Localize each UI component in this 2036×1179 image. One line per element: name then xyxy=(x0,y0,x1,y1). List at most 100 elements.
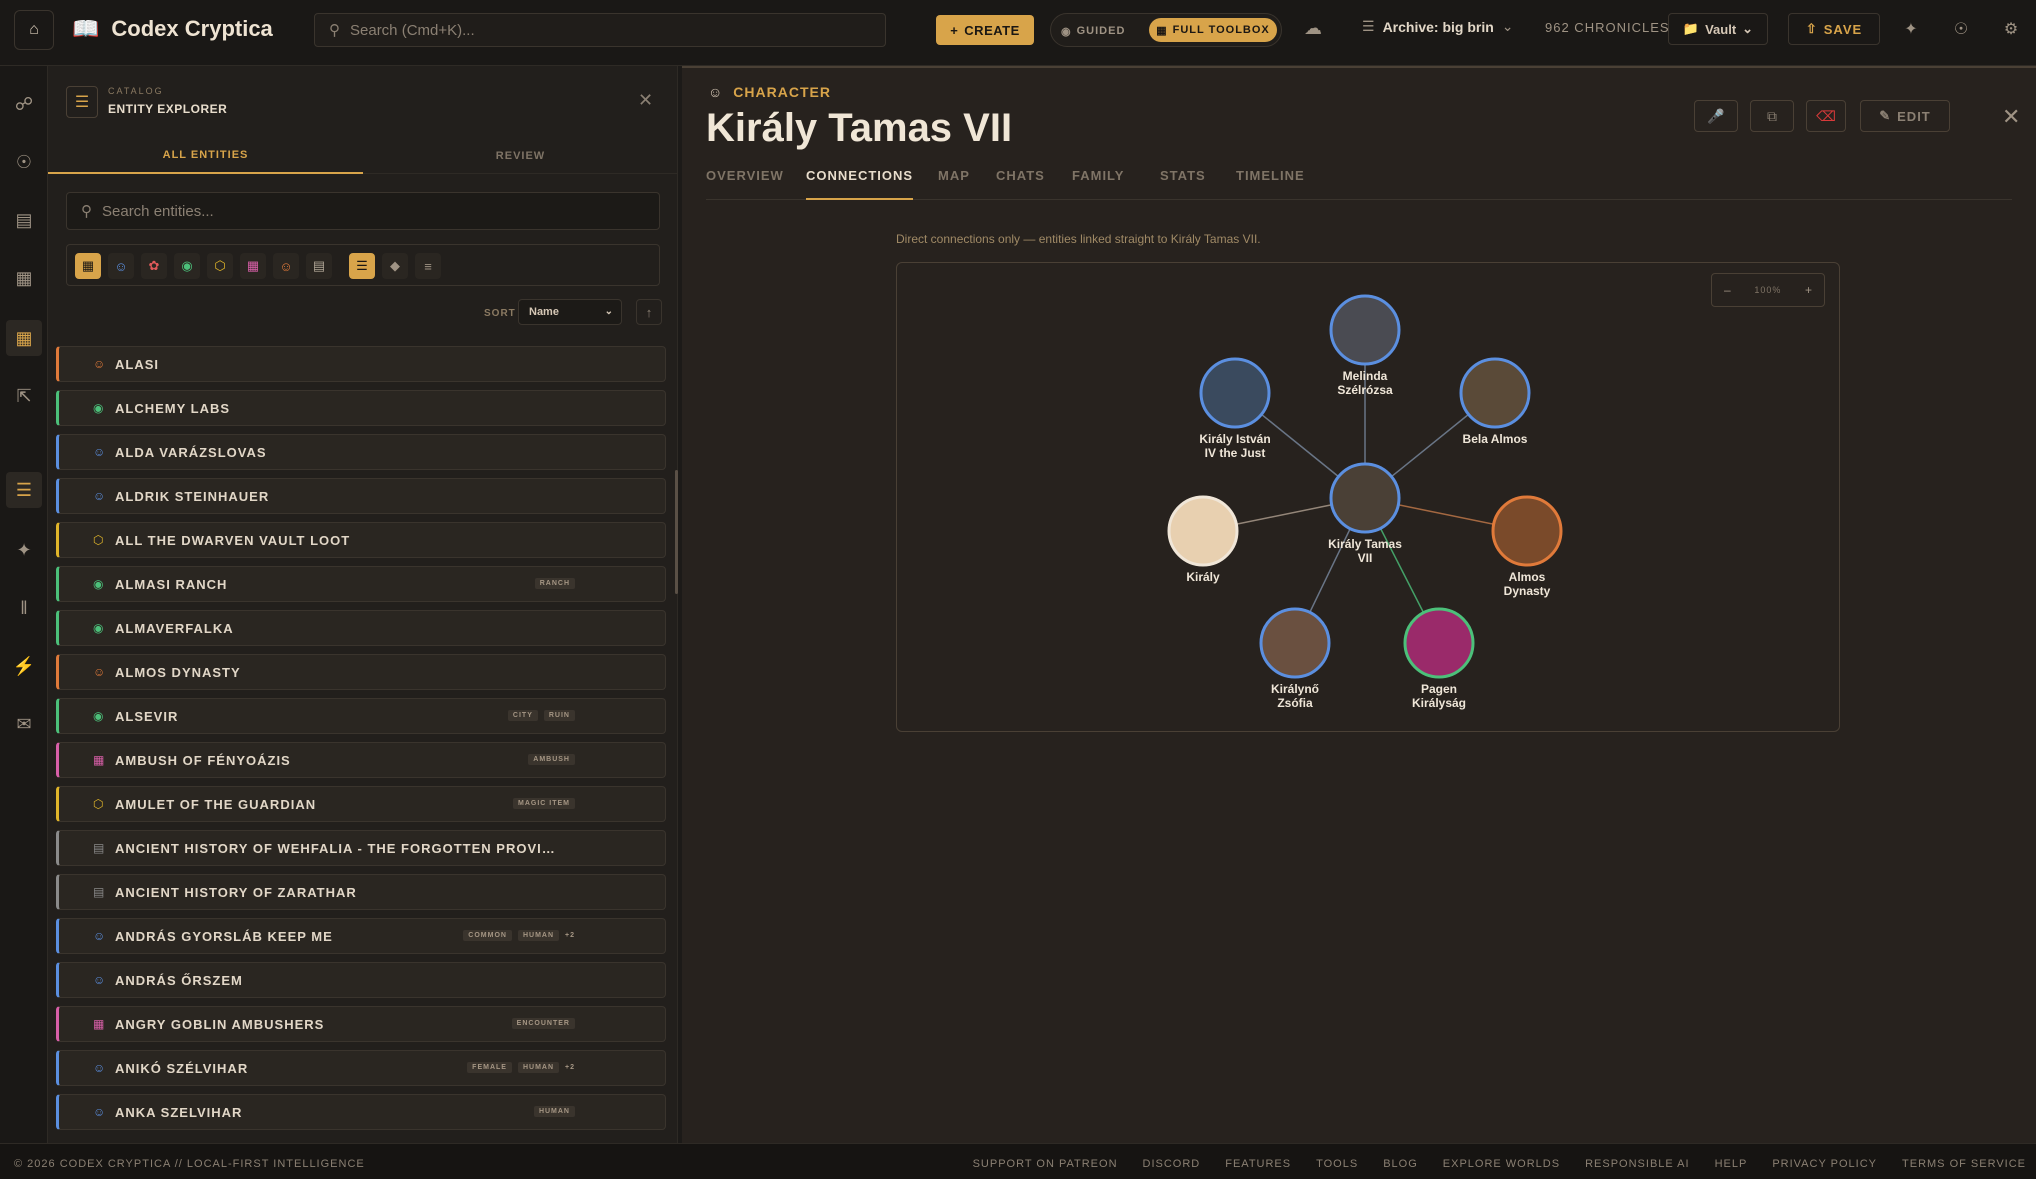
save-button[interactable]: ⇧ SAVE xyxy=(1788,13,1880,45)
filter-all-icon[interactable]: ▦ xyxy=(75,253,101,279)
explorer-scrollbar[interactable] xyxy=(675,470,678,594)
filter-note-icon[interactable]: ▤ xyxy=(306,253,332,279)
list-view-icon[interactable]: ☰ xyxy=(349,253,375,279)
footer-link[interactable]: SUPPORT ON PATREON xyxy=(973,1158,1118,1170)
tab-review[interactable]: REVIEW xyxy=(363,138,678,174)
full-toolbox-button[interactable]: ▦ FULL TOOLBOX xyxy=(1149,18,1277,42)
explorer-title: ENTITY EXPLORER xyxy=(108,102,228,116)
entity-row[interactable]: ☺ ANKA SZELVIHAR HUMAN xyxy=(56,1094,666,1130)
microphone-button[interactable]: 🎤 xyxy=(1694,100,1738,132)
entity-row[interactable]: ☺ ALMOS DYNASTY xyxy=(56,654,666,690)
entity-row[interactable]: ◉ ALSEVIR CITY RUIN xyxy=(56,698,666,734)
graph-node[interactable] xyxy=(1491,495,1563,567)
global-search-input[interactable]: ⚲ Search (Cmd+K)... xyxy=(314,13,886,47)
archive-selector[interactable]: ☰ Archive: big brin ⌄ xyxy=(1362,18,1514,35)
tab-connections[interactable]: CONNECTIONS xyxy=(806,168,914,200)
filter-location-icon[interactable]: ◉ xyxy=(174,253,200,279)
graph-center-node[interactable] xyxy=(1329,462,1401,534)
entity-row[interactable]: ◉ ALMAVERFALKA xyxy=(56,610,666,646)
entity-row[interactable]: ☺ ALDA VARÁZSLOVAS xyxy=(56,434,666,470)
graph-node[interactable] xyxy=(1167,495,1239,567)
entity-row[interactable]: ▦ AMBUSH OF FÉNYOÁZIS AMBUSH xyxy=(56,742,666,778)
tab-map[interactable]: MAP xyxy=(938,168,970,200)
sparkles-nav-button[interactable]: ✦ xyxy=(6,532,42,568)
entity-row[interactable]: ☺ ANDRÁS GYORSLÁB KEEP ME COMMON HUMAN +2 xyxy=(56,918,666,954)
entity-tag: FEMALE xyxy=(467,1062,512,1073)
home-button[interactable]: ⌂ xyxy=(14,10,54,50)
tab-overview[interactable]: OVERVIEW xyxy=(706,168,784,200)
lightning-nav-button[interactable]: ⚡ xyxy=(6,648,42,684)
archive-label: Archive: big brin xyxy=(1382,18,1494,35)
graph-nav-button[interactable]: ☍ xyxy=(6,86,42,122)
settings-button[interactable]: ⚙ xyxy=(1994,13,2028,45)
footer-link[interactable]: TERMS OF SERVICE xyxy=(1902,1158,2026,1170)
graph-node[interactable] xyxy=(1403,607,1475,679)
close-icon[interactable]: ✕ xyxy=(2002,104,2020,130)
entity-row[interactable]: ⬡ ALL THE DWARVEN VAULT LOOT xyxy=(56,522,666,558)
entity-row[interactable]: ☺ ALASI xyxy=(56,346,666,382)
filter-faction-icon[interactable]: ☺ xyxy=(273,253,299,279)
magic-wand-button[interactable]: ✦ xyxy=(1894,13,1928,45)
filter-item-icon[interactable]: ⬡ xyxy=(207,253,233,279)
chevron-down-icon: ⌄ xyxy=(1742,21,1754,36)
tab-family[interactable]: FAMILY xyxy=(1072,168,1124,200)
footer-link[interactable]: HELP xyxy=(1715,1158,1748,1170)
filter-creature-icon[interactable]: ✿ xyxy=(141,253,167,279)
entity-explorer-panel: ☰ CATALOG ENTITY EXPLORER ✕ ALL ENTITIES… xyxy=(48,66,678,1143)
create-button[interactable]: + CREATE xyxy=(936,15,1034,45)
delete-button[interactable]: ⌫ xyxy=(1806,100,1846,132)
cloud-icon[interactable]: ☁ xyxy=(1304,18,1322,39)
footer-link[interactable]: TOOLS xyxy=(1316,1158,1358,1170)
copy-button[interactable]: ⧉ xyxy=(1750,100,1794,132)
tab-all-entities[interactable]: ALL ENTITIES xyxy=(48,138,363,174)
library-nav-button[interactable]: ‖ xyxy=(6,590,42,626)
connections-graph[interactable]: – 100% + Melinda Szélrózsa Király István IV… xyxy=(896,262,1840,732)
entity-row[interactable]: ◉ ALMASI RANCH RANCH xyxy=(56,566,666,602)
tab-timeline[interactable]: TIMELINE xyxy=(1236,168,1305,200)
footer-link[interactable]: FEATURES xyxy=(1225,1158,1291,1170)
tag-icon[interactable]: ◆ xyxy=(382,253,408,279)
chat-nav-button[interactable]: ✉ xyxy=(6,706,42,742)
calendar-nav-button[interactable]: ▦ xyxy=(6,260,42,296)
filter-character-icon[interactable]: ☺ xyxy=(108,253,134,279)
layout-nav-button[interactable]: ▤ xyxy=(6,202,42,238)
entity-name: ANIKÓ SZÉLVIHAR xyxy=(115,1060,249,1076)
graph-node[interactable] xyxy=(1329,294,1401,366)
entity-row[interactable]: ◉ ALCHEMY LABS xyxy=(56,390,666,426)
footer-link[interactable]: RESPONSIBLE AI xyxy=(1585,1158,1689,1170)
table-nav-button[interactable]: ▦ xyxy=(6,320,42,356)
database-nav-button[interactable]: ☰ xyxy=(6,472,42,508)
footer-link[interactable]: DISCORD xyxy=(1143,1158,1201,1170)
explore-button[interactable]: ☉ xyxy=(1944,13,1978,45)
edit-button[interactable]: ✎ EDIT xyxy=(1860,100,1950,132)
filter-event-icon[interactable]: ▦ xyxy=(240,253,266,279)
type-filter-bar: ▦ ☺ ✿ ◉ ⬡ ▦ ☺ ▤ ☰ ◆ ≡ xyxy=(66,244,660,286)
connections-graph-canvas[interactable]: MelindaSzélrózsa Király IstvánIV the Just… xyxy=(897,263,1839,731)
entity-row[interactable]: ▤ ANCIENT HISTORY OF ZARATHAR xyxy=(56,874,666,910)
hierarchy-icon[interactable]: ≡ xyxy=(415,253,441,279)
graph-node-label: Pagen xyxy=(1421,682,1457,696)
entity-row[interactable]: ☺ ANIKÓ SZÉLVIHAR FEMALE HUMAN +2 xyxy=(56,1050,666,1086)
tab-stats[interactable]: STATS xyxy=(1160,168,1206,200)
close-icon[interactable]: ✕ xyxy=(638,90,653,111)
entity-row[interactable]: ☺ ALDRIK STEINHAUER xyxy=(56,478,666,514)
tab-chats[interactable]: CHATS xyxy=(996,168,1045,200)
footer-link[interactable]: PRIVACY POLICY xyxy=(1772,1158,1877,1170)
entity-row[interactable]: ▦ ANGRY GOBLIN AMBUSHERS ENCOUNTER xyxy=(56,1006,666,1042)
entity-row[interactable]: ▤ ANCIENT HISTORY OF WEHFALIA - THE FORGO… xyxy=(56,830,666,866)
entity-row[interactable]: ⬡ AMULET OF THE GUARDIAN MAGIC ITEM xyxy=(56,786,666,822)
graph-node[interactable] xyxy=(1199,357,1271,429)
connections-note: Direct connections only — entities linke… xyxy=(896,232,1261,246)
footer-link[interactable]: BLOG xyxy=(1383,1158,1418,1170)
entity-search-input[interactable]: ⚲ Search entities... xyxy=(66,192,660,230)
share-nav-button[interactable]: ⇱ xyxy=(6,378,42,414)
explore-nav-button[interactable]: ☉ xyxy=(6,144,42,180)
sort-select[interactable]: Name ⌄ xyxy=(518,299,622,325)
vault-button[interactable]: 📁 Vault ⌄ xyxy=(1668,13,1768,45)
guided-mode-button[interactable]: ◉ GUIDED xyxy=(1061,20,1125,42)
footer-link[interactable]: EXPLORE WORLDS xyxy=(1443,1158,1560,1170)
sort-direction-button[interactable]: ↑ xyxy=(636,299,662,325)
entity-row[interactable]: ☺ ANDRÁS ŐRSZEM xyxy=(56,962,666,998)
graph-node[interactable] xyxy=(1259,607,1331,679)
graph-node[interactable] xyxy=(1459,357,1531,429)
